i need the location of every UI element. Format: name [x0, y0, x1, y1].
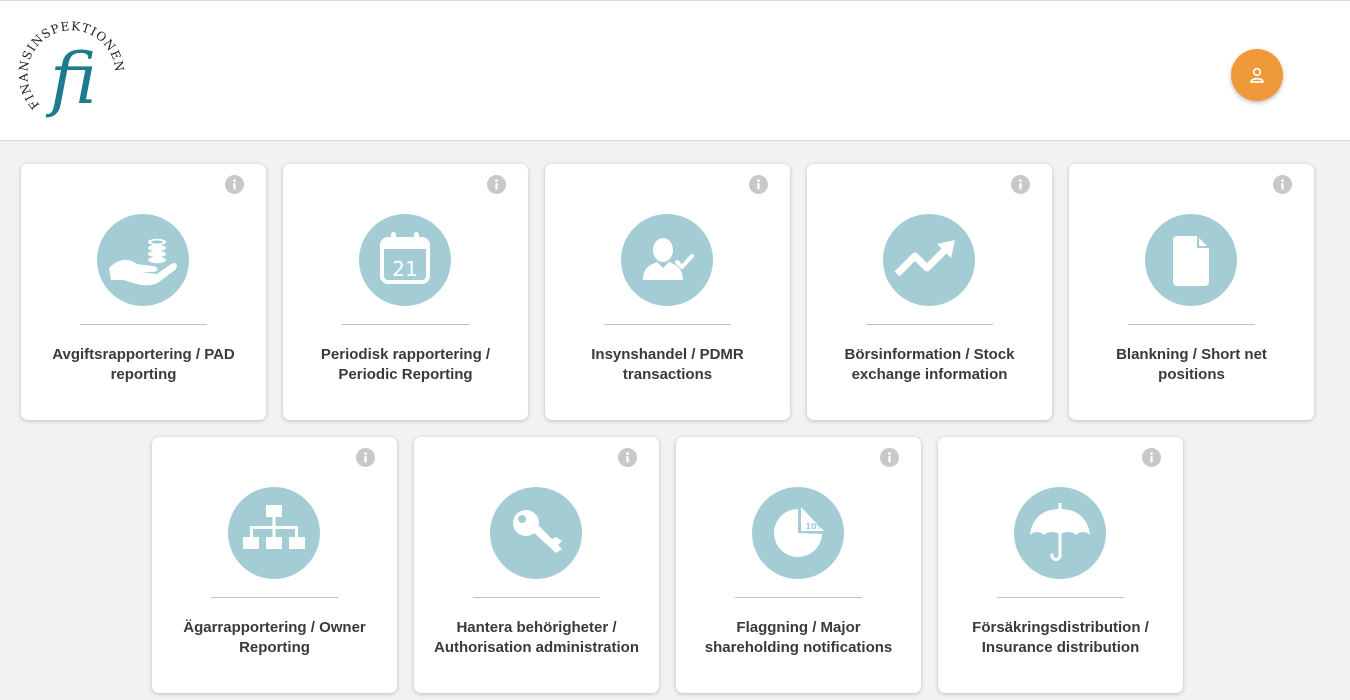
header: FINANSINSPEKTIONEN fi — [0, 0, 1350, 141]
card-label: Periodisk rapportering / Periodic Report… — [320, 346, 491, 383]
service-card-borsinformation[interactable]: Börsinformation / Stock exchange informa… — [807, 164, 1052, 420]
card-divider — [1128, 324, 1255, 325]
hand-coins-icon — [97, 214, 189, 306]
pie-percent-text: 10% — [805, 522, 824, 531]
service-card-avgiftsrapportering[interactable]: Avgiftsrapportering / PAD reporting — [21, 164, 266, 420]
info-icon[interactable] — [880, 448, 899, 467]
info-icon[interactable] — [1142, 448, 1161, 467]
calendar-icon: 21 — [359, 214, 451, 306]
document-icon — [1145, 214, 1237, 306]
info-icon[interactable] — [225, 175, 244, 194]
card-divider — [342, 324, 469, 325]
card-label: Ägarrapportering / Owner Reporting — [183, 619, 366, 656]
info-icon[interactable] — [618, 448, 637, 467]
user-icon — [1250, 67, 1264, 83]
user-account-button[interactable] — [1231, 49, 1283, 101]
card-label: Försäkringsdistribution / Insurance dist… — [972, 619, 1149, 656]
user-check-icon — [621, 214, 713, 306]
card-label: Avgiftsrapportering / PAD reporting — [52, 346, 235, 383]
card-divider — [604, 324, 731, 325]
info-icon[interactable] — [356, 448, 375, 467]
card-divider — [866, 324, 993, 325]
info-icon[interactable] — [1011, 175, 1030, 194]
service-card-blankning[interactable]: Blankning / Short net positions — [1069, 164, 1314, 420]
calendar-day-text: 21 — [392, 257, 417, 281]
card-label: Hantera behörigheter / Authorisation adm… — [433, 619, 639, 656]
card-divider — [997, 597, 1124, 598]
card-label: Börsinformation / Stock exchange informa… — [844, 346, 1015, 383]
service-card-hantera-behorigheter[interactable]: Hantera behörigheter / Authorisation adm… — [414, 437, 659, 693]
umbrella-icon — [1014, 487, 1106, 579]
trending-up-icon — [883, 214, 975, 306]
org-chart-icon — [228, 487, 320, 579]
card-label: Blankning / Short net positions — [1116, 346, 1267, 383]
service-card-periodisk-rapportering[interactable]: 21 Periodisk rapportering / Periodic Rep… — [283, 164, 528, 420]
card-divider — [80, 324, 207, 325]
card-divider — [473, 597, 600, 598]
logo-monogram: fi — [45, 38, 97, 120]
card-divider — [211, 597, 338, 598]
service-card-forsakringsdistribution[interactable]: Försäkringsdistribution / Insurance dist… — [938, 437, 1183, 693]
finansinspektionen-logo[interactable]: FINANSINSPEKTIONEN fi — [10, 15, 136, 127]
card-label: Insynshandel / PDMR transactions — [591, 346, 744, 383]
card-label: Flaggning / Major shareholding notificat… — [704, 619, 893, 656]
info-icon[interactable] — [487, 175, 506, 194]
service-card-agarrapportering[interactable]: Ägarrapportering / Owner Reporting — [152, 437, 397, 693]
service-card-flaggning[interactable]: 10% Flaggning / Major shareholding notif… — [676, 437, 921, 693]
pie-chart-icon: 10% — [752, 487, 844, 579]
card-divider — [735, 597, 862, 598]
key-icon — [490, 487, 582, 579]
info-icon[interactable] — [1273, 175, 1292, 194]
info-icon[interactable] — [749, 175, 768, 194]
service-card-insynshandel[interactable]: Insynshandel / PDMR transactions — [545, 164, 790, 420]
